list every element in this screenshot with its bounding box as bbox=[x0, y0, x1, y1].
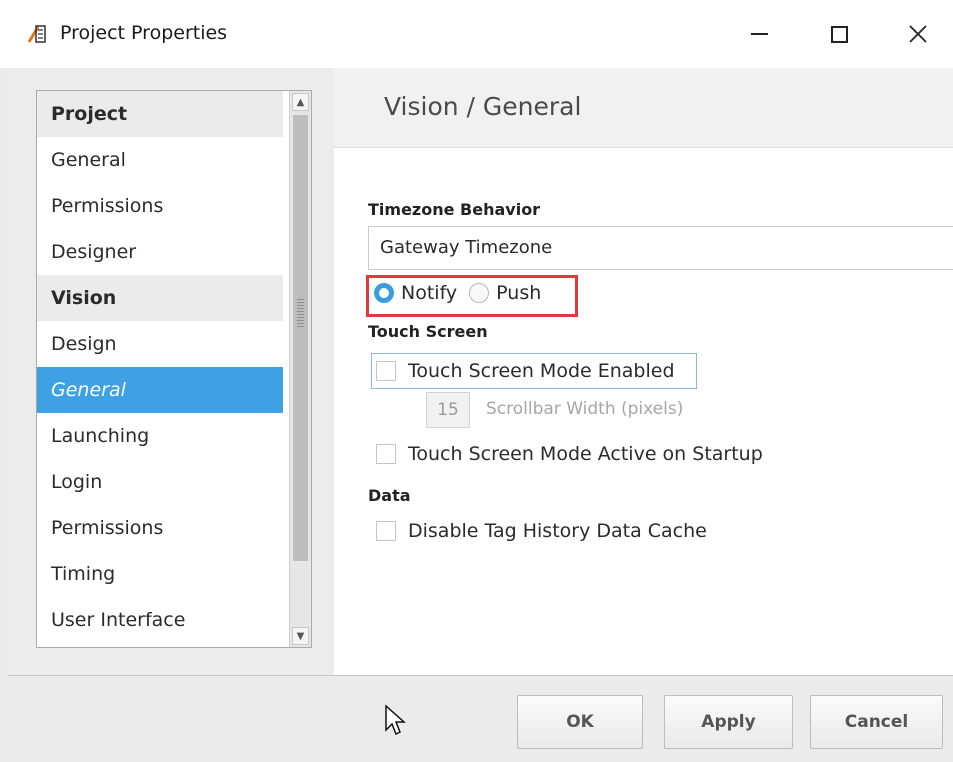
chevron-up-icon: ▲ bbox=[296, 96, 305, 108]
title-bar: Project Properties bbox=[0, 0, 953, 68]
cancel-button[interactable]: Cancel bbox=[810, 695, 943, 749]
touch-active-startup-checkbox[interactable] bbox=[376, 444, 396, 464]
push-radio[interactable] bbox=[469, 283, 490, 303]
dialog-body: Project General Permissions Designer Vis… bbox=[0, 68, 953, 762]
tree-item-vision-permissions[interactable]: Permissions bbox=[37, 505, 283, 551]
scrollbar-width-input[interactable]: 15 bbox=[426, 392, 470, 428]
grip-icon bbox=[297, 299, 304, 329]
touch-mode-enabled-label[interactable]: Touch Screen Mode Enabled bbox=[408, 360, 675, 382]
close-button[interactable] bbox=[893, 14, 943, 54]
minimize-button[interactable] bbox=[734, 14, 784, 54]
footer-divider bbox=[8, 675, 953, 676]
tree-item-permissions[interactable]: Permissions bbox=[37, 183, 283, 229]
minimize-icon bbox=[750, 33, 768, 35]
disable-cache-label[interactable]: Disable Tag History Data Cache bbox=[408, 520, 707, 542]
tree-item-designer[interactable]: Designer bbox=[37, 229, 283, 275]
chevron-down-icon: ▼ bbox=[296, 630, 305, 642]
timezone-behavior-label: Timezone Behavior bbox=[368, 200, 541, 219]
tree-item-launching[interactable]: Launching bbox=[37, 413, 283, 459]
tree-scrollbar[interactable]: ▲ ▼ bbox=[289, 91, 311, 647]
close-icon bbox=[909, 25, 927, 43]
tree-item-general[interactable]: General bbox=[37, 137, 283, 183]
timezone-select[interactable]: Gateway Timezone bbox=[368, 226, 953, 270]
data-section-label: Data bbox=[368, 486, 411, 505]
scrollbar-thumb[interactable] bbox=[293, 115, 308, 561]
settings-pane: Vision / General Timezone Behavior Gatew… bbox=[334, 68, 953, 676]
tree-header-vision: Vision bbox=[37, 275, 283, 321]
app-project-icon bbox=[27, 25, 46, 43]
maximize-icon bbox=[830, 25, 848, 43]
scrollbar-width-label: Scrollbar Width (pixels) bbox=[486, 399, 684, 419]
ok-button[interactable]: OK bbox=[517, 695, 643, 749]
maximize-button[interactable] bbox=[814, 14, 864, 54]
page-title: Vision / General bbox=[384, 92, 582, 121]
touch-mode-enabled-checkbox[interactable] bbox=[376, 361, 396, 381]
push-radio-label[interactable]: Push bbox=[496, 282, 541, 304]
tree-item-user-interface[interactable]: User Interface bbox=[37, 597, 283, 643]
timezone-radio-group: Notify Push bbox=[374, 282, 553, 304]
touch-active-startup-row[interactable]: Touch Screen Mode Active on Startup bbox=[376, 443, 763, 465]
tree-item-login[interactable]: Login bbox=[37, 459, 283, 505]
content-header: Vision / General bbox=[334, 68, 953, 148]
scroll-up-button[interactable]: ▲ bbox=[292, 93, 309, 111]
notify-radio[interactable] bbox=[374, 283, 394, 303]
tree-header-project: Project bbox=[37, 91, 283, 137]
navigation-pane: Project General Permissions Designer Vis… bbox=[8, 68, 334, 676]
scroll-down-button[interactable]: ▼ bbox=[292, 627, 309, 645]
touch-mode-enabled-row[interactable]: Touch Screen Mode Enabled bbox=[376, 360, 675, 382]
touch-screen-label: Touch Screen bbox=[368, 322, 488, 341]
property-tree[interactable]: Project General Permissions Designer Vis… bbox=[36, 90, 312, 648]
tree-item-vision-general[interactable]: General bbox=[37, 367, 283, 413]
apply-button[interactable]: Apply bbox=[664, 695, 793, 749]
notify-radio-label[interactable]: Notify bbox=[401, 282, 457, 304]
mouse-cursor-icon bbox=[385, 704, 406, 736]
tree-item-design[interactable]: Design bbox=[37, 321, 283, 367]
touch-active-startup-label[interactable]: Touch Screen Mode Active on Startup bbox=[408, 443, 763, 465]
tree-item-timing[interactable]: Timing bbox=[37, 551, 283, 597]
disable-cache-row[interactable]: Disable Tag History Data Cache bbox=[376, 520, 707, 542]
window-title: Project Properties bbox=[60, 22, 228, 44]
disable-cache-checkbox[interactable] bbox=[376, 521, 396, 541]
